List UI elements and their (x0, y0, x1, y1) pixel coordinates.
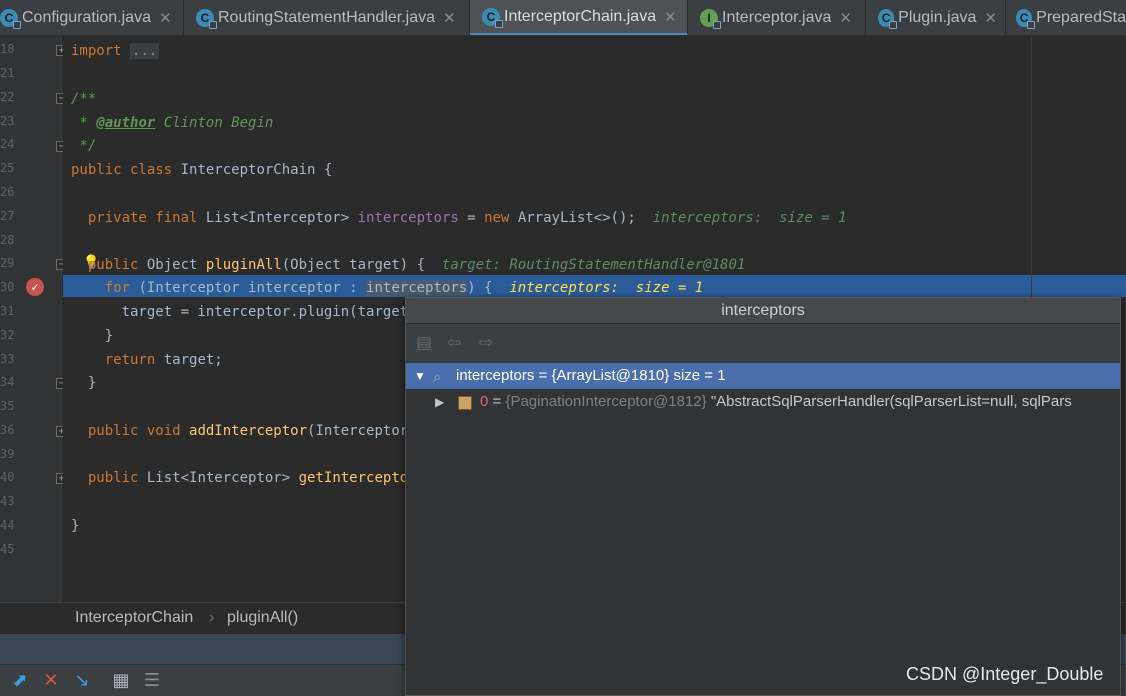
line-number: 22 (0, 90, 15, 104)
java-class-icon: C (196, 9, 217, 29)
close-icon[interactable]: ✕ (443, 9, 456, 27)
tab-interceptor-java[interactable]: I Interceptor.java ✕ (688, 0, 866, 35)
folded-imports[interactable]: ... (130, 43, 160, 59)
step-into-icon[interactable]: ↘ (71, 670, 93, 692)
line-number: 45 (0, 542, 15, 556)
line-number: 44 (0, 518, 15, 532)
tree-row-interceptors[interactable]: ▼ ⌕ interceptors = {ArrayList@1810} size… (406, 363, 1120, 389)
line-number: 28 (0, 233, 15, 247)
tab-interceptorchain-java[interactable]: C InterceptorChain.java ✕ (470, 0, 688, 35)
code-line: import ... (71, 43, 160, 59)
java-interface-icon: I (700, 9, 721, 29)
folder-icon[interactable]: ▤ (416, 333, 432, 353)
tab-label: RoutingStatementHandler.java (218, 9, 436, 26)
close-icon[interactable]: ✕ (159, 9, 172, 27)
line-number: 26 (0, 185, 15, 199)
watch-variable-icon: ⌕ (433, 369, 442, 386)
evaluate-icon[interactable]: ▦ (110, 670, 132, 692)
editor-gutter: 18 21 22 23 24 25 26 27 28 29 30 31 32 3… (0, 37, 67, 602)
line-number: 35 (0, 399, 15, 413)
line-number: 33 (0, 352, 15, 366)
tab-preparedstatement-java[interactable]: C PreparedSta (1006, 0, 1126, 35)
line-number: 40 (0, 470, 15, 484)
line-number: 25 (0, 161, 15, 175)
line-number: 39 (0, 447, 15, 461)
code-line: for (Interceptor interceptor : intercept… (104, 280, 704, 296)
close-icon[interactable]: ✕ (664, 8, 677, 26)
line-number: 32 (0, 328, 15, 342)
back-arrow-icon[interactable]: ⇦ (447, 333, 461, 353)
code-line: target = interceptor.plugin(target); (121, 304, 426, 320)
breadcrumb-method[interactable]: pluginAll() (227, 609, 298, 627)
step-over-icon[interactable]: ⬈ (9, 670, 31, 692)
java-class-icon: C (1016, 9, 1036, 29)
tab-configuration-java[interactable]: C Configuration.java ✕ (0, 0, 184, 35)
tab-plugin-java[interactable]: C Plugin.java ✕ (866, 0, 1006, 35)
code-line: } (104, 328, 114, 344)
line-number: 43 (0, 494, 15, 508)
code-line: public Object pluginAll(Object target) {… (87, 257, 746, 273)
inline-debug-hint: target: RoutingStatementHandler@1801 (441, 257, 746, 273)
line-number: 29 (0, 256, 15, 270)
code-line: public class InterceptorChain { (71, 162, 333, 178)
code-line: private final List<Interceptor> intercep… (87, 210, 847, 226)
popup-toolbar: ▤ ⇦ ⇨ (406, 324, 1120, 362)
expanded-arrow-icon[interactable]: ▼ (414, 363, 426, 389)
line-number: 21 (0, 66, 15, 80)
tab-label: InterceptorChain.java (504, 7, 657, 25)
inline-debug-hint: interceptors: size = 1 (652, 210, 847, 226)
variable-tree: ▼ ⌕ interceptors = {ArrayList@1810} size… (406, 363, 1120, 695)
code-line: } (71, 518, 80, 534)
code-line: /** (71, 91, 97, 107)
line-number: 34 (0, 375, 15, 389)
collapsed-arrow-icon[interactable]: ▶ (435, 389, 444, 415)
close-icon[interactable]: ✕ (839, 9, 852, 27)
debug-value-popup[interactable]: interceptors ▤ ⇦ ⇨ ▼ ⌕ interceptors = {A… (405, 297, 1121, 696)
hovered-expression[interactable]: interceptors (366, 280, 468, 296)
line-number: 18 (0, 42, 15, 56)
code-line: public List<Interceptor> getInterceptors (87, 470, 426, 486)
tree-row-element-0[interactable]: ▶ 0 = {PaginationInterceptor@1812} "Abst… (406, 389, 1120, 415)
close-icon[interactable]: ✕ (984, 9, 997, 27)
line-number: 36 (0, 423, 15, 437)
java-class-icon: C (878, 9, 898, 29)
watermark: CSDN @Integer_Double (906, 664, 1104, 684)
java-class-icon: C (482, 7, 503, 28)
code-line: * @author Clinton Begin (79, 115, 274, 131)
code-line: return target; (104, 352, 223, 368)
remove-breakpoints-icon[interactable]: ✕ (40, 670, 62, 692)
threads-icon[interactable]: ☰ (141, 670, 163, 692)
array-element-icon (458, 396, 472, 410)
line-number: 24 (0, 137, 15, 151)
tab-label: Plugin.java (898, 9, 977, 26)
tab-routingstatementhandler-java[interactable]: C RoutingStatementHandler.java ✕ (184, 0, 470, 35)
breadcrumb-class[interactable]: InterceptorChain (75, 609, 193, 627)
tab-label: PreparedSta (1036, 9, 1126, 26)
breadcrumb-separator: › (209, 609, 215, 626)
tab-label: Interceptor.java (722, 9, 832, 26)
forward-arrow-icon[interactable]: ⇨ (479, 333, 493, 353)
code-line: */ (79, 138, 97, 154)
editor-tab-bar: C Configuration.java ✕ C RoutingStatemen… (0, 0, 1126, 36)
line-number: 30 (0, 280, 15, 294)
popup-title: interceptors (406, 298, 1120, 324)
line-number: 23 (0, 114, 15, 128)
line-number: 27 (0, 209, 15, 223)
java-class-icon: C (0, 9, 21, 29)
line-number: 31 (0, 304, 15, 318)
tab-label: Configuration.java (22, 9, 151, 26)
code-line: } (87, 375, 97, 391)
code-line: public void addInterceptor(Interceptor i (87, 423, 426, 439)
inline-debug-hint: interceptors: size = 1 (509, 280, 704, 296)
breakpoint-check-icon[interactable]: ✓ (26, 278, 44, 296)
